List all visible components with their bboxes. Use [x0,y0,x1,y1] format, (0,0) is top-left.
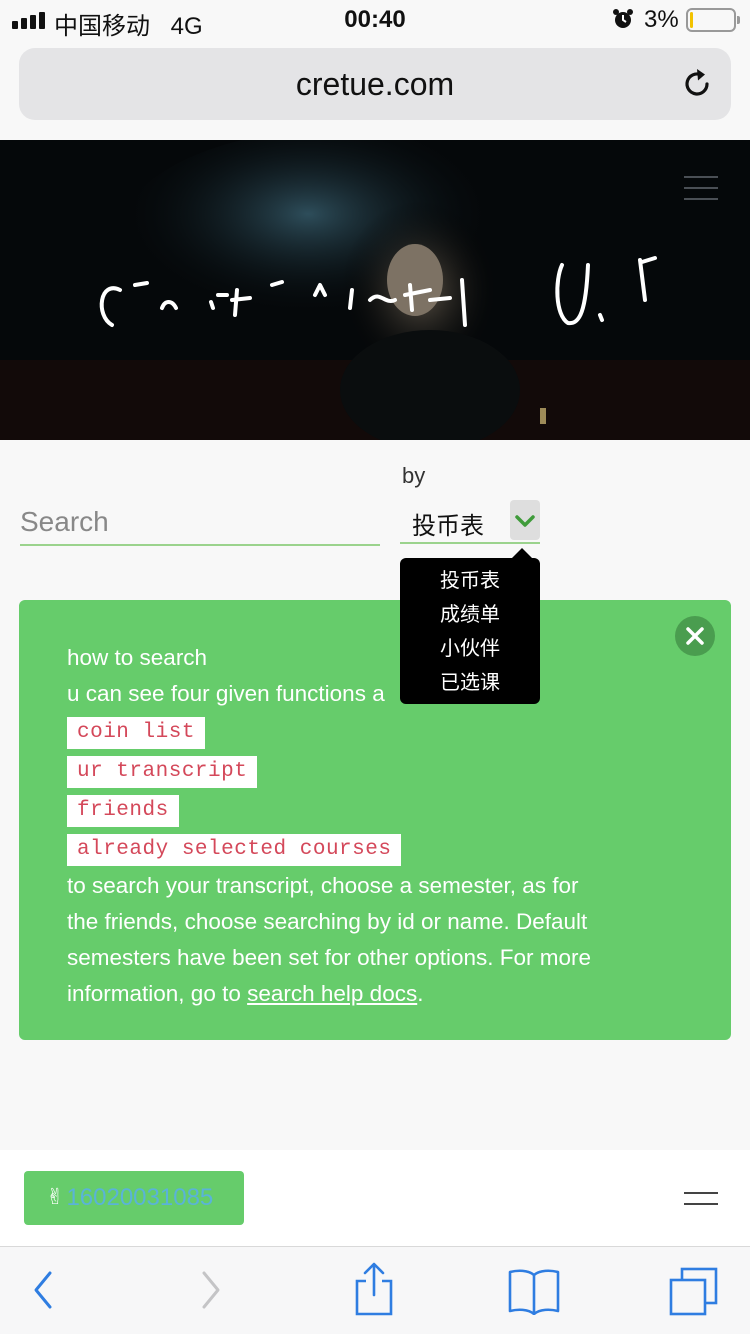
help-paragraph-line: to search your transcript, choose a seme… [67,873,579,898]
dropdown-option-friends[interactable]: 小伙伴 [400,634,540,668]
status-time: 00:40 [344,6,406,33]
help-text: how to search u can see four given funct… [67,640,657,1012]
search-by-label: by [402,463,426,488]
battery-level-fill [690,12,693,28]
function-chip-coin-list: coin list [67,717,205,749]
battery-percent: 3% [644,6,679,33]
dropdown-option-selected-courses[interactable]: 已选课 [400,668,540,702]
close-button[interactable] [675,616,715,656]
close-icon [686,627,704,645]
reload-icon[interactable] [679,66,715,102]
search-field[interactable] [20,500,380,546]
user-id: 16020031085 [66,1184,214,1211]
search-help-docs-link[interactable]: search help docs [247,981,417,1006]
dropdown-option-transcript[interactable]: 成绩单 [400,600,540,634]
back-icon[interactable] [28,1265,58,1315]
share-icon[interactable] [352,1261,396,1317]
search-type-selected[interactable]: 投币表 [412,506,484,541]
footer-menu-icon[interactable] [684,1192,718,1206]
help-paragraph-end: . [417,981,424,1006]
forward-icon[interactable] [196,1265,226,1315]
help-paragraph-line: the friends, choose searching by id or n… [67,909,588,934]
battery-icon [686,8,740,32]
hero-banner [0,140,750,440]
search-type-select[interactable]: 投币表 [400,498,540,544]
search-input[interactable] [20,500,380,544]
alarm-icon [613,9,633,28]
browser-toolbar [0,1246,750,1334]
peace-hand-icon: ✌ [46,1185,65,1210]
function-chip-friends: friends [67,795,179,827]
search-type-dropdown: 投币表 成绩单 小伙伴 已选课 [400,548,540,704]
help-paragraph-line: semesters have been set for other option… [67,945,592,970]
hamburger-menu-icon[interactable] [684,176,718,200]
help-heading: how to search [67,645,208,670]
chevron-down-icon [515,515,535,527]
url-text[interactable]: cretue.com [19,66,731,103]
tabs-icon[interactable] [666,1265,722,1317]
user-id-button[interactable]: ✌ 16020031085 [24,1171,244,1225]
help-intro: u can see four given functions a [67,681,385,706]
address-bar[interactable]: cretue.com [19,48,731,120]
page-footer: ✌ 16020031085 [0,1150,750,1246]
function-chip-selected-courses: already selected courses [67,834,402,866]
dropdown-option-coin-list[interactable]: 投币表 [400,566,540,600]
dropdown-toggle[interactable] [510,500,540,540]
bookmarks-icon[interactable] [506,1267,562,1315]
status-bar: 中国移动 4G 00:40 3% [0,0,750,40]
search-help-panel: how to search u can see four given funct… [19,600,731,1040]
help-paragraph-line: information, go to [67,981,248,1006]
function-chip-transcript: ur transcript [67,756,258,788]
hero-image [0,140,750,440]
